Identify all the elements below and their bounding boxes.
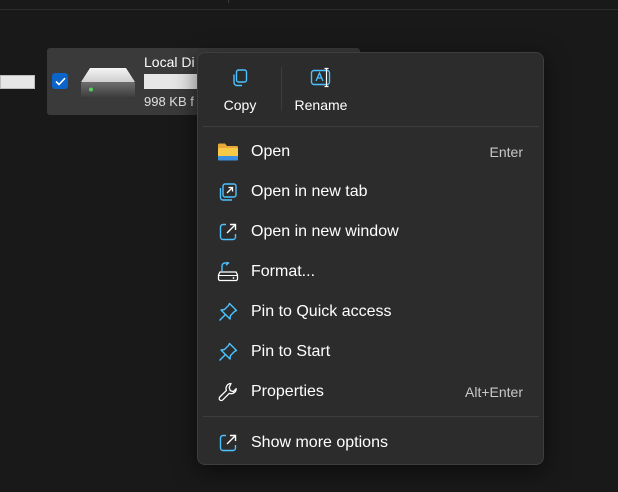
menu-item-pin-to-start[interactable]: Pin to Start xyxy=(203,334,539,370)
menu-item-label: Open xyxy=(251,143,291,160)
menu-item-shortcut: Enter xyxy=(489,144,523,160)
toolbar-tick xyxy=(228,0,229,3)
menu-item-label: Show more options xyxy=(251,434,388,451)
rename-label: Rename xyxy=(294,97,348,113)
open-new-tab-icon xyxy=(217,181,239,203)
file-explorer-window: Local Di 998 KB f Copy Rename Open Enter… xyxy=(0,0,618,492)
drive-usage-bar xyxy=(144,74,204,89)
menu-item-label: Pin to Start xyxy=(251,343,331,360)
copy-label: Copy xyxy=(223,97,257,113)
quick-actions-divider xyxy=(281,67,282,111)
toolbar-divider xyxy=(0,9,618,10)
menu-item-open-in-new-window[interactable]: Open in new window xyxy=(203,214,539,250)
menu-item-show-more-options[interactable]: Show more options xyxy=(203,425,539,461)
menu-item-label: Pin to Quick access xyxy=(251,303,392,320)
menu-item-format[interactable]: Format... xyxy=(203,254,539,290)
menu-separator xyxy=(203,126,539,127)
pin-icon xyxy=(217,341,239,363)
copy-button[interactable]: Copy xyxy=(212,59,268,119)
rename-icon xyxy=(309,67,333,89)
menu-item-pin-to-quick-access[interactable]: Pin to Quick access xyxy=(203,294,539,330)
adjacent-drive-usage-bar[interactable] xyxy=(0,75,35,89)
menu-item-open-in-new-tab[interactable]: Open in new tab xyxy=(203,174,539,210)
menu-item-label: Properties xyxy=(251,383,324,400)
menu-item-label: Open in new window xyxy=(251,223,399,240)
menu-item-label: Format... xyxy=(251,263,316,280)
drive-name: Local Di xyxy=(144,54,195,70)
checkmark-icon xyxy=(54,77,66,86)
menu-item-shortcut: Alt+Enter xyxy=(465,384,523,400)
menu-item-label: Open in new tab xyxy=(251,183,368,200)
quick-actions-bar: Copy Rename xyxy=(198,53,543,127)
format-drive-icon xyxy=(217,261,239,283)
drive-free-space: 998 KB f xyxy=(144,94,194,109)
folder-icon xyxy=(217,141,239,163)
drive-checkbox[interactable] xyxy=(52,73,68,89)
open-new-window-icon xyxy=(217,221,239,243)
context-menu: Copy Rename Open Enter Open in new tab O… xyxy=(197,52,544,465)
menu-item-properties[interactable]: Properties Alt+Enter xyxy=(203,374,539,410)
copy-icon xyxy=(229,67,251,89)
menu-item-open[interactable]: Open Enter xyxy=(203,134,539,170)
wrench-icon xyxy=(217,381,239,403)
pin-icon xyxy=(217,301,239,323)
hard-drive-icon xyxy=(78,66,138,105)
menu-separator xyxy=(203,416,539,417)
rename-button[interactable]: Rename xyxy=(286,59,356,119)
show-more-icon xyxy=(217,432,239,454)
